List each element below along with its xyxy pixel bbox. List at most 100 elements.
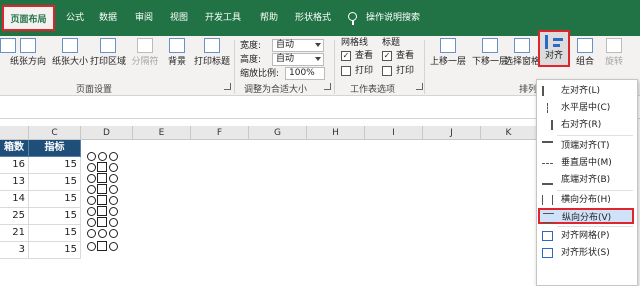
group-button[interactable]: 组合 xyxy=(572,38,598,68)
column-header-k[interactable]: K xyxy=(481,126,537,140)
shape-handle[interactable] xyxy=(109,163,118,172)
tab-help[interactable]: 帮助 xyxy=(260,5,278,31)
menu-item-align-right[interactable]: 右对齐(R) xyxy=(539,117,635,133)
table-cell[interactable]: 3 xyxy=(0,242,29,259)
gridlines-print-checkbox[interactable] xyxy=(341,66,351,76)
group-label-page-setup: 页面设置 xyxy=(76,85,113,95)
square-shape[interactable] xyxy=(97,184,107,194)
print-area-button[interactable]: 打印区域 xyxy=(88,38,128,68)
column-header-c[interactable]: C xyxy=(29,126,81,140)
print-titles-icon xyxy=(204,38,220,53)
table-cell[interactable]: 16 xyxy=(0,157,29,174)
table-cell[interactable]: 13 xyxy=(0,174,29,191)
shape-handle[interactable] xyxy=(87,185,96,194)
square-shape[interactable] xyxy=(97,241,107,251)
size-button[interactable]: 纸张大小 xyxy=(50,38,90,68)
height-dropdown[interactable]: 自动 xyxy=(272,53,324,66)
orientation-button[interactable]: 纸张方向 xyxy=(8,38,48,68)
tab-developer[interactable]: 开发工具 xyxy=(205,5,241,31)
shape-handle[interactable] xyxy=(109,196,118,205)
menu-item-align-bottom[interactable]: 底端对齐(B) xyxy=(539,172,635,188)
sheet-options-launcher-icon[interactable] xyxy=(416,83,423,90)
shape-handle[interactable] xyxy=(87,163,96,172)
shape-handle[interactable] xyxy=(98,229,107,238)
page-setup-launcher-icon[interactable] xyxy=(224,83,231,90)
table-cell[interactable]: 14 xyxy=(0,191,29,208)
shape-handle[interactable] xyxy=(109,174,118,183)
tab-page-layout[interactable]: 页面布局 xyxy=(2,5,55,31)
table-cell[interactable]: 25 xyxy=(0,208,29,225)
menu-item-snap-grid[interactable]: 对齐网格(P) xyxy=(539,228,635,244)
table-cell[interactable]: 15 xyxy=(29,157,81,174)
width-dropdown[interactable]: 自动 xyxy=(272,39,324,52)
align-right-icon xyxy=(542,120,553,130)
column-header-h[interactable]: H xyxy=(307,126,365,140)
rotate-label: 旋转 xyxy=(604,57,623,67)
tab-review[interactable]: 审阅 xyxy=(135,5,153,31)
table-cell[interactable]: 21 xyxy=(0,225,29,242)
selection-pane-button[interactable]: 选择窗格 xyxy=(503,38,541,68)
column-header-f[interactable]: F xyxy=(191,126,249,140)
menu-item-snap-shape[interactable]: 对齐形状(S) xyxy=(539,245,635,261)
shape-handle[interactable] xyxy=(87,218,96,227)
shape-handle[interactable] xyxy=(87,152,96,161)
square-shape[interactable] xyxy=(97,206,107,216)
tab-formulas[interactable]: 公式 xyxy=(66,5,84,31)
bring-forward-button[interactable]: 上移一层 xyxy=(428,38,468,68)
square-shape[interactable] xyxy=(97,162,107,172)
print-titles-button[interactable]: 打印标题 xyxy=(192,38,232,68)
tell-me-search[interactable]: 操作说明搜索 xyxy=(366,5,420,31)
column-header-g[interactable]: G xyxy=(249,126,307,140)
table-cell[interactable]: 15 xyxy=(29,242,81,259)
column-header-b[interactable] xyxy=(0,126,29,140)
menu-item-align-top[interactable]: 顶端对齐(T) xyxy=(539,138,635,154)
shape-handle[interactable] xyxy=(98,152,107,161)
shape-handle[interactable] xyxy=(87,196,96,205)
shape-handle[interactable] xyxy=(87,242,96,251)
headings-view-checkbox[interactable]: ✓ xyxy=(382,51,392,61)
shape-handle[interactable] xyxy=(87,207,96,216)
group-label-sheet-options: 工作表选项 xyxy=(350,85,396,95)
size-label: 纸张大小 xyxy=(51,57,88,67)
shape-handle[interactable] xyxy=(87,229,96,238)
square-shape[interactable] xyxy=(97,217,107,227)
background-button[interactable]: 背景 xyxy=(164,38,190,68)
shape-handle[interactable] xyxy=(109,242,118,251)
column-header-j[interactable]: J xyxy=(423,126,481,140)
scale-launcher-icon[interactable] xyxy=(324,83,331,90)
menu-item-distribute-horizontal[interactable]: 横向分布(H) xyxy=(539,192,635,208)
headings-print-checkbox[interactable] xyxy=(382,66,392,76)
tab-data[interactable]: 数据 xyxy=(99,5,117,31)
table-header-cell[interactable]: 指标 xyxy=(29,140,81,157)
width-value: 自动 xyxy=(276,40,295,50)
table-cell[interactable]: 15 xyxy=(29,225,81,242)
column-header-i[interactable]: I xyxy=(365,126,423,140)
square-shape[interactable] xyxy=(97,173,107,183)
menu-item-align-middle[interactable]: 垂直居中(M) xyxy=(539,155,635,171)
tab-shape-format[interactable]: 形状格式 xyxy=(295,5,331,31)
menu-item-align-left[interactable]: 左对齐(L) xyxy=(539,83,635,99)
menu-item-distribute-vertical[interactable]: 纵向分布(V) xyxy=(538,208,634,224)
gridlines-view-checkbox[interactable]: ✓ xyxy=(341,51,351,61)
table-cell[interactable]: 15 xyxy=(29,174,81,191)
square-shape[interactable] xyxy=(97,195,107,205)
rotate-button[interactable]: 旋转 xyxy=(601,38,627,68)
scale-spinner[interactable]: 100% xyxy=(285,67,325,80)
table-cell[interactable]: 15 xyxy=(29,191,81,208)
breaks-button[interactable]: 分隔符 xyxy=(128,38,162,68)
column-header-e[interactable]: E xyxy=(133,126,191,140)
shape-handle[interactable] xyxy=(109,218,118,227)
column-header-d[interactable]: D xyxy=(81,126,133,140)
gridlines-heading: 网格线 xyxy=(341,38,369,48)
menu-item-align-center[interactable]: 水平居中(C) xyxy=(539,100,635,116)
table-header-cell[interactable]: 箱数 xyxy=(0,140,29,157)
tab-view[interactable]: 视图 xyxy=(170,5,188,31)
scale-label: 缩放比例: xyxy=(240,69,280,79)
shape-handle[interactable] xyxy=(109,229,118,238)
align-button[interactable]: 对齐 xyxy=(538,30,570,67)
shape-handle[interactable] xyxy=(109,207,118,216)
table-cell[interactable]: 15 xyxy=(29,208,81,225)
shape-handle[interactable] xyxy=(87,174,96,183)
shape-handle[interactable] xyxy=(109,185,118,194)
shape-handle[interactable] xyxy=(109,152,118,161)
